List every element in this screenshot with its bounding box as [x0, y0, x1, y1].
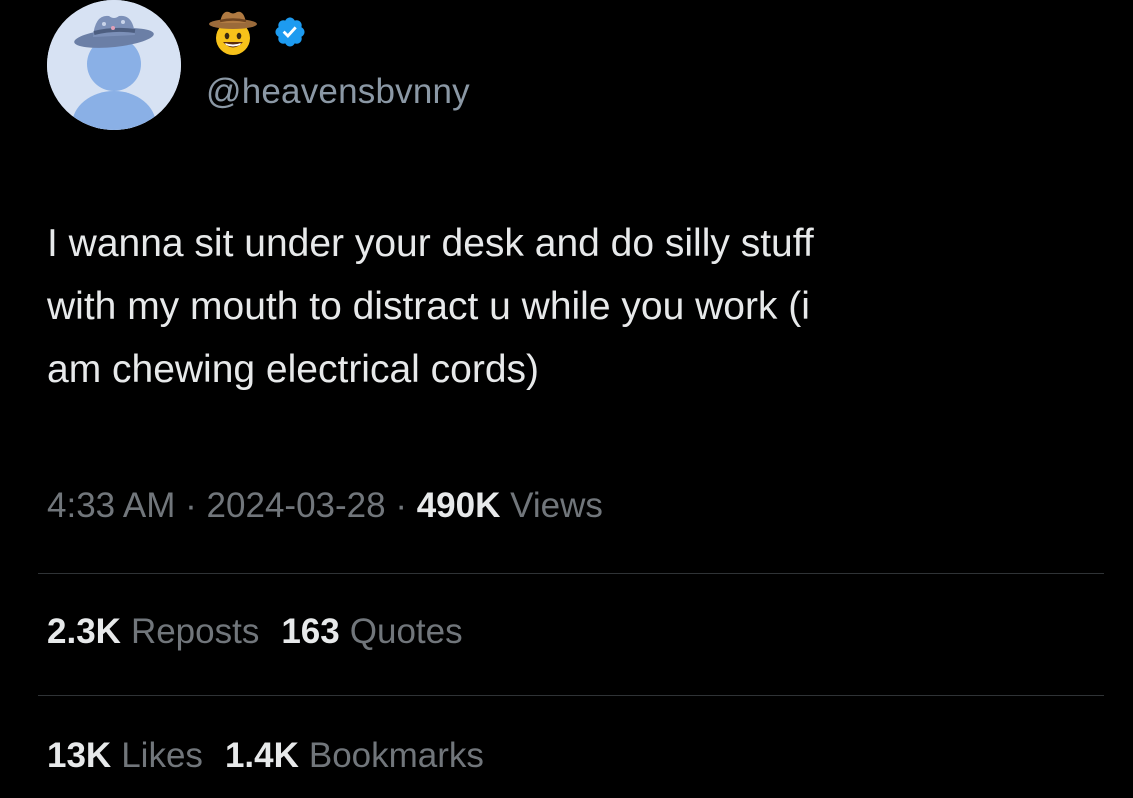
likes-label: Likes — [121, 736, 203, 775]
tweet-text-line: with my mouth to distract u while you wo… — [47, 285, 810, 328]
likes-stat[interactable]: 13K Likes — [47, 736, 203, 776]
engagement-row-reposts: 2.3K Reposts 163 Quotes — [47, 612, 463, 652]
reposts-count: 2.3K — [47, 612, 121, 651]
user-handle[interactable]: @heavensbvnny — [206, 72, 470, 112]
verified-badge-icon — [275, 17, 305, 47]
bookmarks-count: 1.4K — [224, 736, 299, 775]
reposts-stat[interactable]: 2.3K Reposts — [47, 612, 259, 652]
default-avatar-icon — [47, 0, 181, 130]
divider — [38, 573, 1104, 574]
quotes-stat[interactable]: 163 Quotes — [281, 612, 462, 652]
quotes-label: Quotes — [349, 612, 463, 651]
quotes-count: 163 — [281, 612, 340, 651]
tweet-time[interactable]: 4:33 AM — [47, 486, 175, 525]
meta-separator: · — [395, 486, 407, 525]
views-count: 490K — [416, 486, 501, 525]
tweet-date[interactable]: 2024-03-28 — [207, 486, 386, 525]
cowboy-hat-face-emoji-icon — [209, 11, 257, 55]
display-name[interactable] — [207, 8, 307, 56]
tweet-text-line: I wanna sit under your desk and do silly… — [47, 222, 814, 265]
tweet-meta: 4:33 AM · 2024-03-28 · 490K Views — [47, 486, 603, 526]
likes-count: 13K — [47, 736, 112, 775]
bookmarks-label: Bookmarks — [308, 736, 484, 775]
tweet-text: I wanna sit under your desk and do silly… — [47, 212, 1107, 401]
reposts-label: Reposts — [130, 612, 260, 651]
engagement-row-likes: 13K Likes 1.4K Bookmarks — [47, 736, 484, 776]
avatar[interactable] — [47, 0, 181, 130]
bookmarks-stat[interactable]: 1.4K Bookmarks — [225, 736, 484, 776]
tweet-text-line: am chewing electrical cords) — [47, 348, 540, 391]
tweet-card: @heavensbvnny I wanna sit under your des… — [0, 0, 1133, 798]
divider — [38, 695, 1104, 696]
meta-separator: · — [185, 486, 197, 525]
views-label: Views — [510, 486, 603, 525]
